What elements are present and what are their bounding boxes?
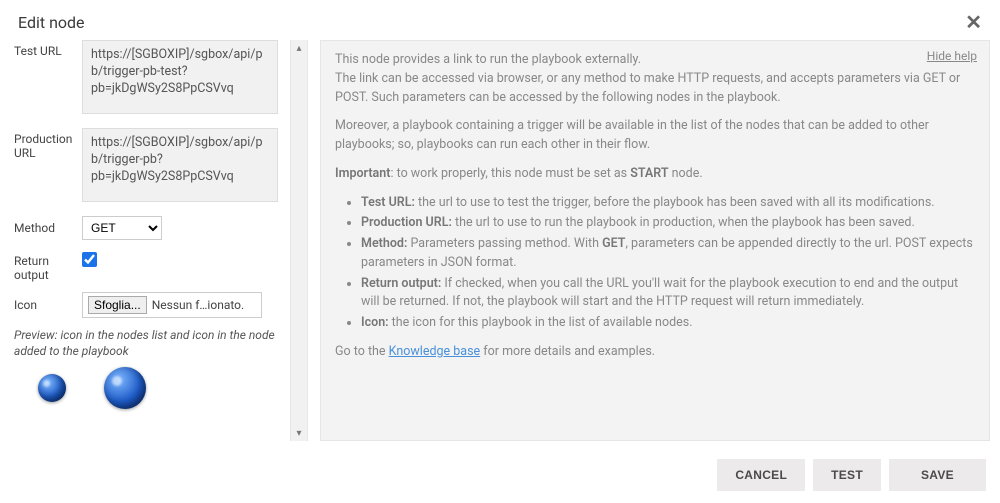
icon-file-picker[interactable]: Sfoglia... Nessun f…ionato. (82, 292, 262, 318)
help-text: Moreover, a playbook containing a trigge… (335, 117, 975, 155)
cancel-button[interactable]: CANCEL (717, 459, 805, 491)
close-icon[interactable]: ✕ (965, 12, 982, 32)
test-url-label: Test URL (10, 40, 82, 58)
return-output-checkbox[interactable] (82, 252, 97, 267)
production-url-input[interactable]: https://[SGBOXIP]/sgbox/api/pb/trigger-p… (82, 128, 278, 202)
chevron-down-icon[interactable]: ▾ (291, 425, 307, 441)
method-label: Method (10, 221, 82, 235)
method-select[interactable]: GET (82, 216, 162, 240)
chevron-up-icon[interactable]: ▴ (291, 40, 307, 56)
globe-icon (104, 367, 146, 409)
preview-icons (10, 367, 278, 409)
globe-icon (38, 374, 66, 402)
help-text: Important: to work properly, this node m… (335, 165, 975, 184)
form-column: Test URL https://[SGBOXIP]/sgbox/api/pb/… (10, 40, 278, 441)
save-button[interactable]: SAVE (889, 459, 986, 491)
browse-button[interactable]: Sfoglia... (88, 296, 147, 314)
help-text: The link can be accessed via browser, or… (335, 71, 960, 105)
modal-body: Test URL https://[SGBOXIP]/sgbox/api/pb/… (0, 40, 1000, 449)
modal-footer: CANCEL TEST SAVE (0, 449, 1000, 503)
production-url-label: Production URL (10, 128, 82, 160)
help-text: This node provides a link to run the pla… (335, 52, 641, 67)
modal-title: Edit node (18, 13, 85, 32)
help-kb-line: Go to the Knowledge base for more detail… (335, 343, 975, 362)
knowledge-base-link[interactable]: Knowledge base (389, 344, 481, 359)
test-url-input[interactable]: https://[SGBOXIP]/sgbox/api/pb/trigger-p… (82, 40, 278, 114)
edit-node-modal: Edit node ✕ Test URL https://[SGBOXIP]/s… (0, 0, 1000, 503)
form-scrollbar[interactable]: ▴ ▾ (290, 40, 308, 441)
test-button[interactable]: TEST (813, 459, 881, 491)
file-name-text: Nessun f…ionato. (152, 298, 256, 312)
modal-header: Edit node ✕ (0, 0, 1000, 40)
icon-label: Icon (10, 298, 82, 312)
preview-caption: Preview: icon in the nodes list and icon… (14, 328, 278, 359)
return-output-label: Return output (10, 250, 82, 282)
help-list: Test URL: the url to use to test the tri… (335, 194, 975, 333)
hide-help-link[interactable]: Hide help (927, 47, 977, 65)
help-panel: Hide help This node provides a link to r… (320, 40, 990, 441)
